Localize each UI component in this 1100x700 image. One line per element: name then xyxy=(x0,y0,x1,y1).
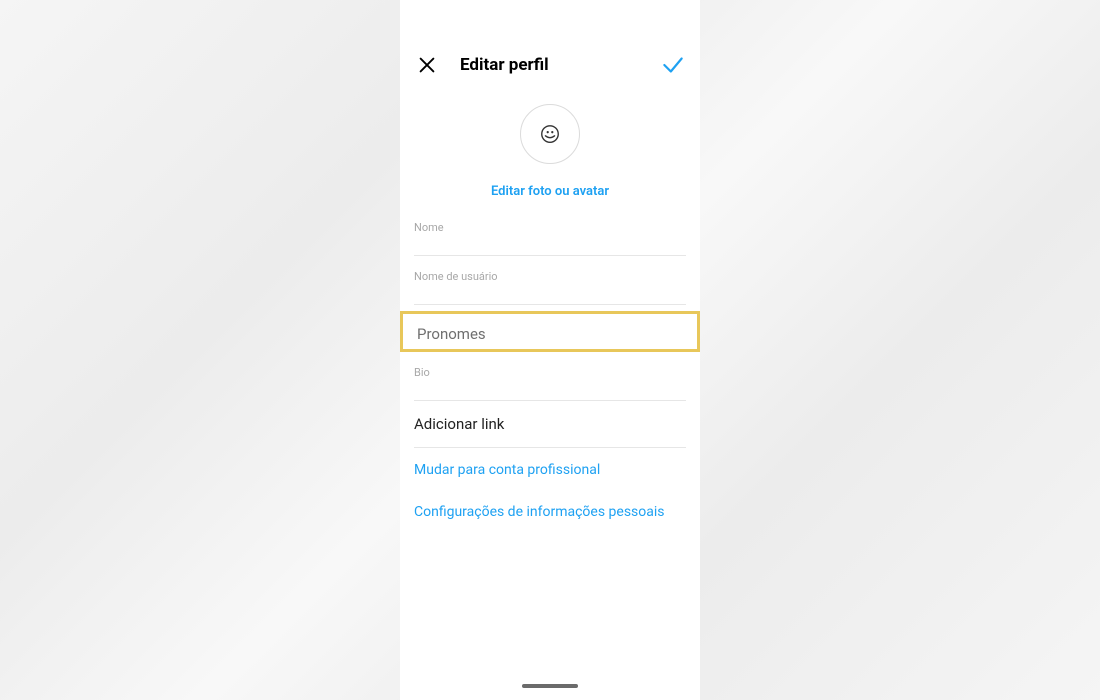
close-button[interactable] xyxy=(412,50,442,80)
home-indicator[interactable] xyxy=(522,684,578,688)
switch-pro-account-link[interactable]: Mudar para conta profissional xyxy=(414,448,686,484)
avatar-section: Editar foto ou avatar xyxy=(400,90,700,207)
bio-field[interactable]: Bio xyxy=(414,352,686,401)
username-field[interactable]: Nome de usuário xyxy=(414,256,686,305)
personal-info-settings-link[interactable]: Configurações de informações pessoais xyxy=(414,484,686,526)
name-input[interactable] xyxy=(414,234,686,256)
confirm-button[interactable] xyxy=(658,50,688,80)
avatar[interactable] xyxy=(520,104,580,164)
bio-label: Bio xyxy=(414,352,686,379)
bio-input[interactable] xyxy=(414,379,686,401)
avatar-placeholder-icon xyxy=(539,123,561,145)
page-title: Editar perfil xyxy=(460,55,658,75)
pronouns-field-highlight[interactable]: Pronomes xyxy=(400,311,700,352)
add-link-button[interactable]: Adicionar link xyxy=(414,401,686,448)
edit-photo-link[interactable]: Editar foto ou avatar xyxy=(491,184,609,199)
name-label: Nome xyxy=(414,207,686,234)
name-field[interactable]: Nome xyxy=(414,207,686,256)
check-icon xyxy=(660,52,686,78)
header-bar: Editar perfil xyxy=(400,0,700,90)
username-input[interactable] xyxy=(414,283,686,305)
profile-form: Nome Nome de usuário Pronomes Bio Adicio… xyxy=(400,207,700,526)
username-label: Nome de usuário xyxy=(414,256,686,283)
phone-frame: Editar perfil Editar foto ou avatar Nome… xyxy=(400,0,700,700)
close-icon xyxy=(416,54,438,76)
pronouns-label: Pronomes xyxy=(417,325,486,343)
